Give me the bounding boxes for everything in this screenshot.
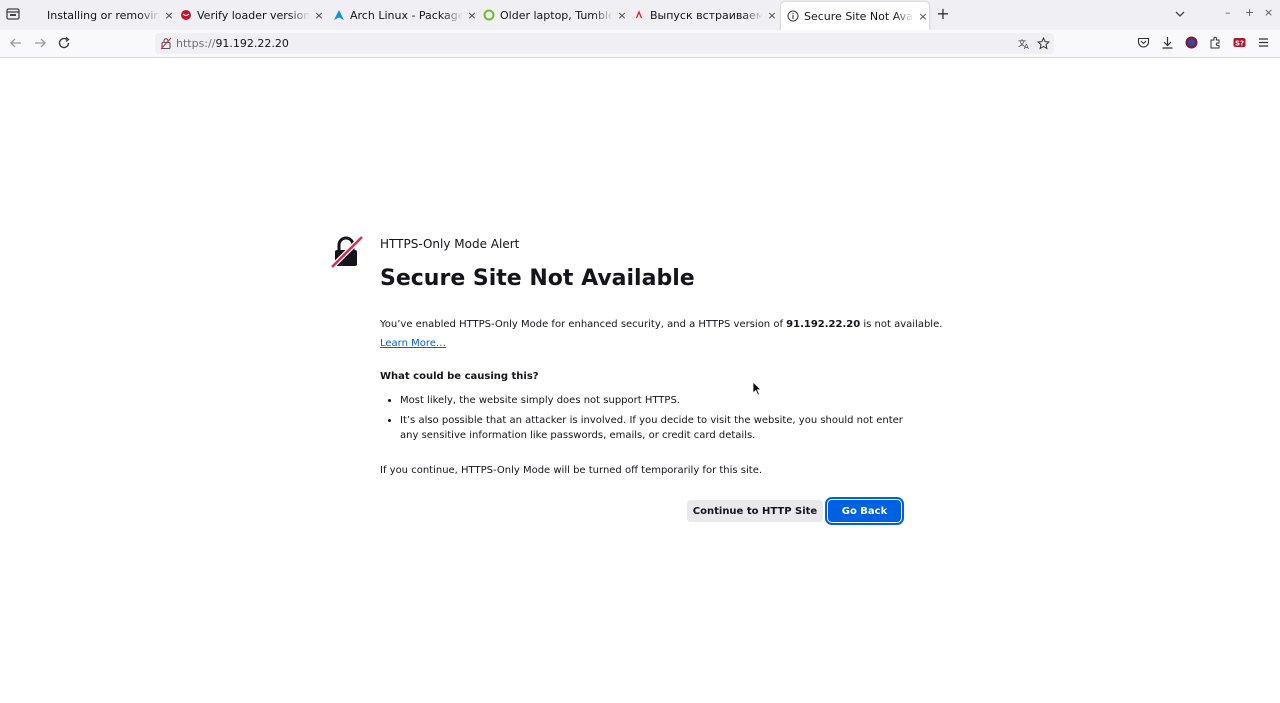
- tab-title: Arch Linux - Package Sea: [350, 8, 463, 22]
- opensuse-icon: [483, 9, 495, 21]
- tab-strip: Installing or removing softw × Verify lo…: [0, 0, 1280, 30]
- go-back-button[interactable]: Go Back: [825, 497, 904, 525]
- tab-title: Installing or removing softw: [47, 8, 160, 22]
- continue-note: If you continue, HTTPS-Only Mode will be…: [380, 465, 763, 476]
- tab-verify-loader[interactable]: Verify loader version? | ×: [180, 0, 325, 30]
- tab-title: Выпуск встраиваемой С: [650, 8, 763, 22]
- bookmark-star-icon[interactable]: [1037, 37, 1050, 50]
- address-bar[interactable]: https://91.192.22.20 文A: [155, 33, 1054, 54]
- opennet-icon: [633, 9, 645, 21]
- svg-text:A: A: [1024, 43, 1029, 50]
- tab-older-laptop[interactable]: Older laptop, Tumblewe ×: [483, 0, 628, 30]
- tab-installing[interactable]: Installing or removing softw ×: [30, 0, 175, 30]
- causes-heading: What could be causing this?: [380, 371, 539, 382]
- close-icon[interactable]: ×: [163, 9, 175, 22]
- tab-arch-linux[interactable]: Arch Linux - Package Sea ×: [333, 0, 478, 30]
- alert-label: HTTPS-Only Mode Alert: [380, 237, 520, 251]
- intro-after: is not available.: [860, 319, 943, 330]
- causes-list: Most likely, the website simply does not…: [380, 393, 910, 448]
- intro-text: You’ve enabled HTTPS-Only Mode for enhan…: [380, 319, 942, 330]
- tab-secure-site[interactable]: Secure Site Not Available ×: [781, 2, 929, 30]
- maximize-button[interactable]: +: [1245, 6, 1254, 19]
- tab-title: Older laptop, Tumblewe: [500, 8, 613, 22]
- reload-icon[interactable]: [57, 36, 71, 50]
- tab-opennet[interactable]: Выпуск встраиваемой С ×: [633, 0, 778, 30]
- arch-icon: [333, 9, 345, 21]
- doc-icon: [30, 9, 42, 21]
- download-icon[interactable]: [1161, 36, 1174, 49]
- continue-to-http-button[interactable]: Continue to HTTP Site: [687, 500, 823, 522]
- cause-item: It’s also possible that an attacker is i…: [400, 413, 910, 443]
- close-icon[interactable]: ×: [616, 9, 628, 22]
- tab-title: Verify loader version? |: [197, 8, 310, 22]
- insecure-lock-icon: [330, 235, 364, 269]
- minimize-button[interactable]: –: [1225, 6, 1231, 19]
- window-close-button[interactable]: ×: [1264, 6, 1273, 19]
- intro-before: You’ve enabled HTTPS-Only Mode for enhan…: [380, 319, 787, 330]
- tab-title: Secure Site Not Available: [804, 9, 914, 23]
- close-icon[interactable]: ×: [917, 10, 929, 23]
- url-text: https://91.192.22.20: [176, 37, 289, 50]
- cause-item: Most likely, the website simply does not…: [400, 393, 910, 408]
- page-title: Secure Site Not Available: [380, 266, 695, 291]
- close-icon[interactable]: ×: [766, 9, 778, 22]
- chevron-down-icon[interactable]: [1174, 8, 1186, 20]
- addon-icon[interactable]: S?: [1233, 36, 1246, 49]
- red-glass-icon: [180, 9, 192, 21]
- mouse-cursor-icon: [752, 381, 762, 396]
- info-icon: [787, 10, 799, 22]
- firefox-view-icon[interactable]: [6, 7, 20, 21]
- back-arrow-icon[interactable]: [9, 36, 23, 50]
- url-host: 91.192.22.20: [215, 37, 289, 50]
- svg-text:S?: S?: [1235, 40, 1244, 48]
- close-icon[interactable]: ×: [466, 9, 478, 22]
- translate-icon[interactable]: 文A: [1018, 37, 1031, 50]
- extensions-icon[interactable]: [1209, 36, 1222, 49]
- account-avatar-icon[interactable]: [1185, 36, 1198, 49]
- navigation-toolbar: https://91.192.22.20 文A S?: [0, 30, 1280, 58]
- hamburger-menu-icon[interactable]: [1257, 36, 1270, 49]
- pocket-icon[interactable]: [1137, 36, 1150, 49]
- broken-lock-icon[interactable]: [160, 37, 172, 50]
- url-scheme: https://: [176, 37, 216, 50]
- forward-arrow-icon[interactable]: [33, 36, 47, 50]
- new-tab-button[interactable]: +: [936, 6, 950, 22]
- intro-host: 91.192.22.20: [786, 319, 861, 330]
- close-icon[interactable]: ×: [313, 9, 325, 22]
- learn-more-link[interactable]: Learn More…: [380, 338, 446, 349]
